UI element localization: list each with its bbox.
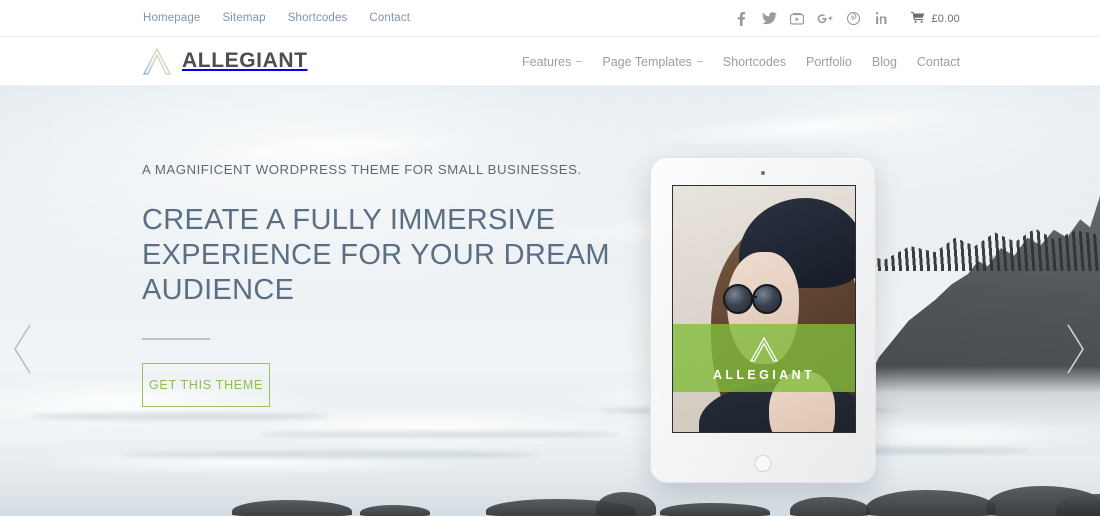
- nav-label-shortcodes: Shortcodes: [722, 54, 787, 69]
- hero-slider: A MAGNIFICENT WORDPRESS THEME FOR SMALL …: [0, 86, 1100, 516]
- screen-brand-overlay: ALLEGIANT: [673, 324, 855, 392]
- topbar-link-sitemap[interactable]: Sitemap: [222, 12, 265, 24]
- photo-sunglasses-bridge: [751, 296, 757, 298]
- photo-sunglasses-lens-left: [723, 284, 753, 314]
- twitter-icon[interactable]: [755, 0, 783, 37]
- nav-item-blog[interactable]: Blog: [872, 55, 897, 69]
- hero-headline: CREATE A FULLY IMMERSIVE EXPERIENCE FOR …: [142, 204, 610, 306]
- chevron-left-icon: [10, 323, 36, 375]
- get-this-theme-button[interactable]: GET THIS THEME: [142, 363, 270, 407]
- rock: [790, 497, 870, 516]
- top-bar: Homepage Sitemap Shortcodes Contact £0.0…: [0, 0, 1100, 37]
- facebook-icon[interactable]: [727, 0, 755, 37]
- rock: [866, 490, 996, 516]
- brand-logo-link[interactable]: ALLEGIANT: [141, 46, 308, 76]
- topbar-link-contact[interactable]: Contact: [369, 12, 410, 24]
- shopping-cart-icon: [911, 10, 925, 28]
- nav-label-blog: Blog: [871, 54, 897, 69]
- top-bar-links: Homepage Sitemap Shortcodes Contact: [143, 12, 410, 24]
- tablet-home-button[interactable]: [754, 455, 772, 472]
- allegiant-a-logo-icon: [141, 46, 173, 76]
- nav-label-portfolio: Portfolio: [806, 54, 852, 69]
- hero-divider: [142, 338, 210, 340]
- nav-label-contact: Contact: [916, 54, 960, 69]
- allegiant-a-logo-icon: [747, 334, 781, 364]
- nav-label-page-templates: Page Templates: [602, 54, 692, 69]
- nav-item-page-templates[interactable]: Page Templates: [602, 54, 703, 69]
- screen-brand-word: ALLEGIANT: [712, 368, 816, 382]
- rock: [360, 505, 430, 516]
- cart-total: £0.00: [931, 12, 960, 25]
- top-bar-social-and-cart: £0.00: [727, 0, 960, 37]
- chevron-right-icon: [1062, 323, 1088, 375]
- linkedin-icon[interactable]: [867, 0, 895, 37]
- slider-next-button[interactable]: [1062, 323, 1088, 375]
- wave-streak: [120, 451, 540, 458]
- youtube-icon[interactable]: [783, 0, 811, 37]
- nav-item-shortcodes[interactable]: Shortcodes: [723, 55, 786, 69]
- pinterest-icon[interactable]: [839, 0, 867, 37]
- brand-name: ALLEGIANT: [182, 49, 308, 72]
- wave-streak: [30, 413, 330, 420]
- nav-item-contact[interactable]: Contact: [917, 55, 960, 69]
- tablet-camera-icon: [761, 171, 765, 175]
- tablet-screen: ALLEGIANT: [672, 185, 856, 433]
- site-header: ALLEGIANT Features Page Templates Shortc…: [0, 37, 1100, 86]
- chevron-down-icon: [696, 61, 703, 62]
- hero-kicker: A MAGNIFICENT WORDPRESS THEME FOR SMALL …: [142, 162, 582, 177]
- google-plus-icon[interactable]: [811, 0, 839, 37]
- topbar-link-homepage[interactable]: Homepage: [143, 12, 200, 24]
- nav-label-features: Features: [522, 54, 572, 69]
- nav-item-features[interactable]: Features: [522, 54, 583, 69]
- wave-streak: [260, 431, 620, 438]
- tablet-device-mockup: ALLEGIANT: [650, 157, 876, 483]
- nav-item-portfolio[interactable]: Portfolio: [806, 55, 852, 69]
- rock: [596, 492, 656, 516]
- shore-rocks: [0, 470, 1100, 516]
- topbar-link-shortcodes[interactable]: Shortcodes: [288, 12, 348, 24]
- slider-prev-button[interactable]: [10, 323, 36, 375]
- rock: [660, 503, 770, 516]
- hero-content: A MAGNIFICENT WORDPRESS THEME FOR SMALL …: [142, 162, 612, 407]
- chevron-down-icon: [576, 61, 583, 62]
- cart-widget[interactable]: £0.00: [911, 10, 960, 28]
- main-navigation: Features Page Templates Shortcodes Portf…: [522, 37, 960, 86]
- photo-sunglasses-lens-right: [752, 284, 782, 314]
- rock: [232, 500, 352, 516]
